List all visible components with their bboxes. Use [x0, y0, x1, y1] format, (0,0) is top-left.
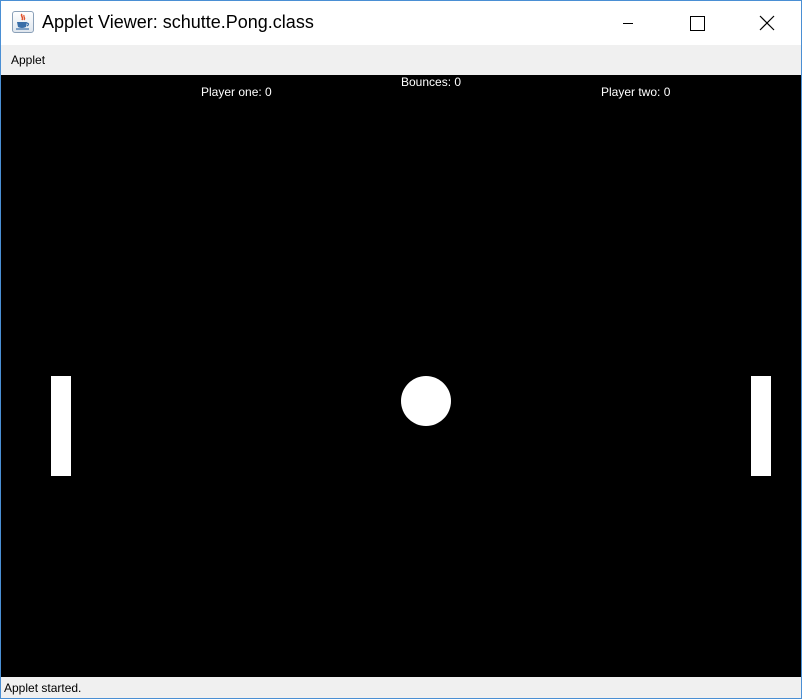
- player-one-score: Player one: 0: [201, 85, 272, 99]
- player-two-score: Player two: 0: [601, 85, 671, 99]
- close-icon: [759, 15, 775, 31]
- status-text: Applet started.: [4, 681, 82, 695]
- title-bar[interactable]: Applet Viewer: schutte.Pong.class: [1, 1, 801, 45]
- minimize-icon: [623, 23, 633, 24]
- menu-bar: Applet: [1, 45, 801, 75]
- close-button[interactable]: [743, 1, 789, 45]
- maximize-button[interactable]: [674, 1, 720, 45]
- game-canvas[interactable]: Bounces: 0 Player one: 0 Player two: 0: [1, 75, 801, 677]
- left-paddle: [51, 376, 71, 476]
- bounces-counter: Bounces: 0: [401, 75, 462, 89]
- menu-applet[interactable]: Applet: [11, 53, 45, 67]
- maximize-icon: [690, 16, 705, 31]
- status-bar: Applet started.: [1, 677, 801, 698]
- right-paddle: [751, 376, 771, 476]
- java-coffee-cup-icon[interactable]: [12, 11, 34, 33]
- window-title: Applet Viewer: schutte.Pong.class: [42, 12, 314, 32]
- applet-viewer-window: Applet Viewer: schutte.Pong.class Applet…: [0, 0, 802, 699]
- minimize-button[interactable]: [605, 1, 651, 45]
- ball: [401, 376, 451, 426]
